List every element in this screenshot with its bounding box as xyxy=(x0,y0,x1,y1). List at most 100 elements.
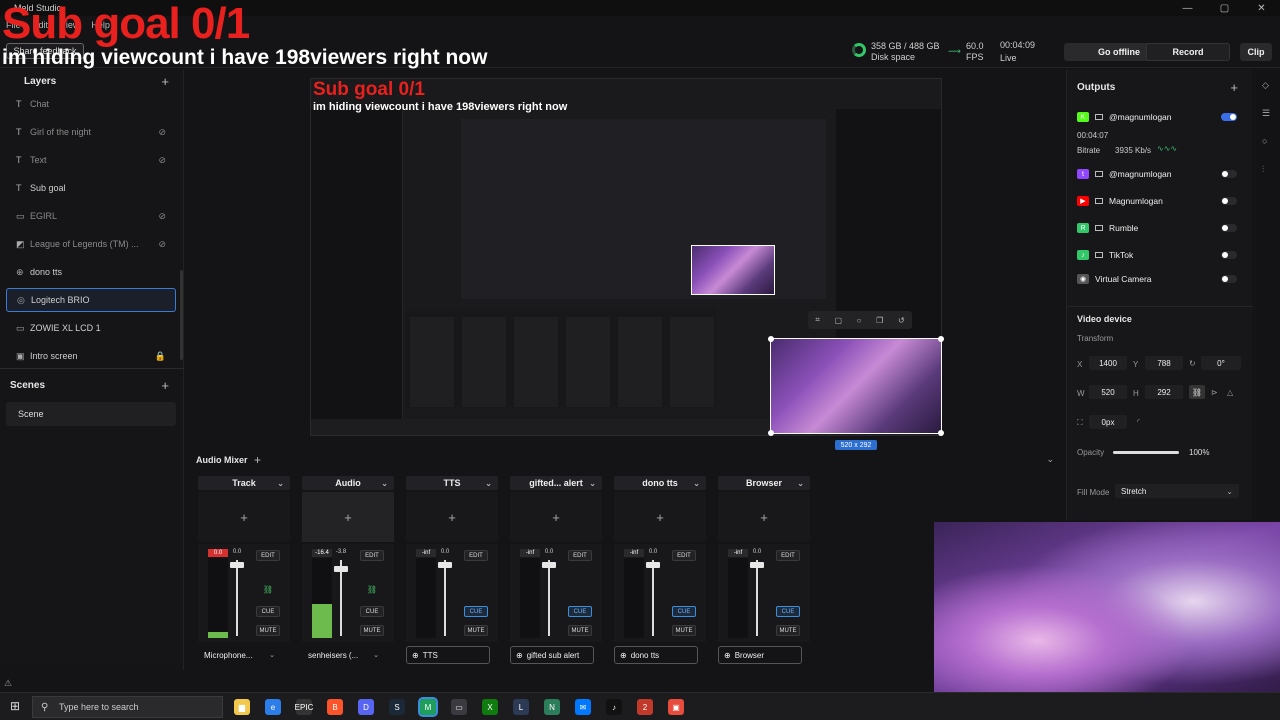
app3-icon[interactable]: ▣ xyxy=(668,699,684,715)
add-filter-button[interactable]: + xyxy=(510,492,602,542)
fill-mode-select[interactable]: Stretch ⌄ xyxy=(1115,484,1239,498)
app2-icon[interactable]: 2 xyxy=(637,699,653,715)
mute-button[interactable]: MUTE xyxy=(672,625,696,636)
source-select[interactable]: senheisers (... ⌄ xyxy=(302,646,386,664)
channel-name[interactable]: Audio ⌄ xyxy=(302,476,394,490)
layer-item[interactable]: T Text ⊘ xyxy=(6,148,176,172)
hidden-icon[interactable]: ⊘ xyxy=(158,239,166,250)
channel-name[interactable]: dono tts ⌄ xyxy=(614,476,706,490)
minimize-button[interactable]: — xyxy=(1169,0,1206,16)
square-icon[interactable]: ▢ xyxy=(834,316,842,325)
add-filter-button[interactable]: + xyxy=(198,492,290,542)
hidden-icon[interactable]: ⊘ xyxy=(158,211,166,222)
layers-scrollbar[interactable] xyxy=(180,270,183,360)
output-toggle[interactable] xyxy=(1221,170,1237,178)
cue-button[interactable]: CUE xyxy=(776,606,800,617)
brave-icon[interactable]: B xyxy=(327,699,343,715)
reset-icon[interactable]: ↺ xyxy=(898,316,905,325)
edit-button[interactable]: EDIT xyxy=(568,550,592,561)
layer-item[interactable]: T Chat xyxy=(6,92,176,116)
rotation-field[interactable]: 0° xyxy=(1201,356,1241,370)
tiktok-icon[interactable]: ♪ xyxy=(606,699,622,715)
layer-item[interactable]: ▭ ZOWIE XL LCD 1 xyxy=(6,316,176,340)
add-layer-button[interactable]: + xyxy=(161,74,169,89)
output-row-kick[interactable]: K @magnumlogan xyxy=(1077,107,1245,127)
notes-icon[interactable]: N xyxy=(544,699,560,715)
scene-item[interactable]: Scene xyxy=(6,402,176,426)
warning-icon[interactable]: ⚠ xyxy=(4,678,12,689)
diamond-icon[interactable]: ◇ xyxy=(1262,80,1269,91)
resize-handle[interactable] xyxy=(938,430,944,436)
fader-handle[interactable] xyxy=(646,562,660,568)
crop-icon[interactable]: ⌗ xyxy=(815,315,820,325)
cue-button[interactable]: CUE xyxy=(568,606,592,617)
discord-icon[interactable]: D xyxy=(358,699,374,715)
volume-fader[interactable] xyxy=(444,560,446,636)
output-row-camera[interactable]: ◉ Virtual Camera xyxy=(1077,269,1245,289)
link-icon[interactable]: ⛓ xyxy=(360,583,384,596)
x-field[interactable]: 1400 xyxy=(1089,356,1127,370)
channel-name[interactable]: Track ⌄ xyxy=(198,476,290,490)
add-filter-button[interactable]: + xyxy=(302,492,394,542)
volume-fader[interactable] xyxy=(756,560,758,636)
add-filter-button[interactable]: + xyxy=(614,492,706,542)
add-filter-button[interactable]: + xyxy=(718,492,810,542)
source-select[interactable]: ⊕ dono tts xyxy=(614,646,698,664)
y-field[interactable]: 788 xyxy=(1145,356,1183,370)
selected-webcam-layer[interactable] xyxy=(768,336,944,436)
add-filter-button[interactable]: + xyxy=(406,492,498,542)
windows-start-icon[interactable]: ⊞ xyxy=(10,699,20,713)
lock-aspect-icon[interactable]: ⛓ xyxy=(1189,385,1205,399)
edit-button[interactable]: EDIT xyxy=(360,550,384,561)
close-button[interactable]: ✕ xyxy=(1243,0,1280,16)
crop-field[interactable]: 0px xyxy=(1089,415,1127,429)
edit-button[interactable]: EDIT xyxy=(464,550,488,561)
fader-handle[interactable] xyxy=(230,562,244,568)
resize-handle[interactable] xyxy=(768,336,774,342)
layer-item[interactable]: ⊕ dono tts xyxy=(6,260,176,284)
resize-handle[interactable] xyxy=(938,336,944,342)
source-select[interactable]: ⊕ Browser xyxy=(718,646,802,664)
add-channel-button[interactable]: + xyxy=(254,453,261,467)
edge-icon[interactable]: e xyxy=(265,699,281,715)
messenger-icon[interactable]: ✉ xyxy=(575,699,591,715)
layer-item[interactable]: ▣ Intro screen 🔒 xyxy=(6,344,176,368)
flip-v-icon[interactable]: △ xyxy=(1227,388,1233,397)
layer-item[interactable]: T Sub goal xyxy=(6,176,176,200)
mute-button[interactable]: MUTE xyxy=(360,625,384,636)
mute-button[interactable]: MUTE xyxy=(464,625,488,636)
height-field[interactable]: 292 xyxy=(1145,385,1183,399)
channel-name[interactable]: TTS ⌄ xyxy=(406,476,498,490)
output-toggle[interactable] xyxy=(1221,251,1237,259)
meld-icon[interactable]: M xyxy=(418,697,438,717)
window-icon[interactable]: ▭ xyxy=(451,699,467,715)
epic-icon[interactable]: EPIC xyxy=(295,699,313,715)
edit-button[interactable]: EDIT xyxy=(256,550,280,561)
copy-icon[interactable]: ❐ xyxy=(876,316,883,325)
output-row-tiktok[interactable]: ♪ TikTok xyxy=(1077,245,1245,265)
output-toggle[interactable] xyxy=(1221,224,1237,232)
fader-handle[interactable] xyxy=(334,566,348,572)
add-scene-button[interactable]: + xyxy=(161,378,169,393)
chat-icon[interactable]: ○ xyxy=(1262,136,1267,146)
source-select[interactable]: ⊕ gifted sub alert xyxy=(510,646,594,664)
edit-button[interactable]: EDIT xyxy=(672,550,696,561)
volume-fader[interactable] xyxy=(652,560,654,636)
layer-item[interactable]: ▭ EGIRL ⊘ xyxy=(6,204,176,228)
fader-handle[interactable] xyxy=(750,562,764,568)
output-row-youtube[interactable]: ▶ Magnumlogan xyxy=(1077,191,1245,211)
mute-button[interactable]: MUTE xyxy=(776,625,800,636)
steam-icon[interactable]: S xyxy=(389,699,405,715)
layer-item[interactable]: ◎ Logitech BRIO xyxy=(6,288,176,312)
clip-button[interactable]: Clip xyxy=(1240,43,1272,61)
channel-name[interactable]: gifted... alert ⌄ xyxy=(510,476,602,490)
layer-item[interactable]: T Girl of the night ⊘ xyxy=(6,120,176,144)
source-select[interactable]: ⊕ TTS xyxy=(406,646,490,664)
cue-button[interactable]: CUE xyxy=(360,606,384,617)
output-row-rumble[interactable]: R Rumble xyxy=(1077,218,1245,238)
fader-handle[interactable] xyxy=(542,562,556,568)
opacity-slider[interactable] xyxy=(1113,451,1179,454)
maximize-button[interactable]: ▢ xyxy=(1206,0,1243,16)
link-icon[interactable]: ⛓ xyxy=(256,583,280,596)
output-toggle[interactable] xyxy=(1221,275,1237,283)
